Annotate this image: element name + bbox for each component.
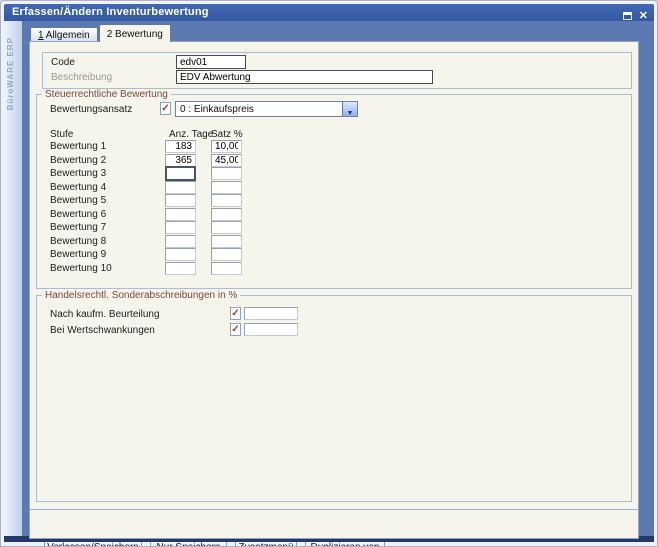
row-label-bewertung-4: Bewertung 4 [50, 182, 106, 193]
satz-input-5[interactable] [211, 194, 242, 207]
satz-input-1[interactable] [211, 140, 242, 153]
brand-vertical-text: BüroWARE ERP [6, 37, 15, 110]
tax-group-box: Steuerrechtliche Bewertung [36, 94, 632, 289]
row-label-bewertung-7: Bewertung 7 [50, 222, 106, 233]
satz-input-10[interactable] [211, 262, 242, 275]
satz-input-8[interactable] [211, 235, 242, 248]
row-label-bewertung-1: Bewertung 1 [50, 141, 106, 152]
satz-input-9[interactable] [211, 248, 242, 261]
tab-page-bewertung: Code Beschreibung Steuerrechtliche Bewer… [29, 41, 639, 539]
dropdown-selected-value: 0 : Einkaufspreis [180, 104, 254, 115]
column-header-anz-tage: Anz. Tage [169, 129, 213, 140]
chevron-down-icon[interactable]: ▼ [342, 102, 357, 116]
anz-tage-input-10[interactable] [165, 262, 196, 275]
field-check-icon[interactable]: ✓ [160, 102, 171, 115]
wertschwankungen-input[interactable] [244, 323, 298, 336]
window-body: BüroWARE ERP 1 Allgemein 2 Bewertung Cod… [4, 21, 654, 542]
tab-strip: 1 Allgemein 2 Bewertung [30, 24, 172, 42]
row-label-bewertung-5: Bewertung 5 [50, 195, 106, 206]
window-title: Erfassen/Ändern Inventurbewertung [12, 6, 209, 18]
row-label-bewertung-8: Bewertung 8 [50, 236, 106, 247]
tab-allgemein[interactable]: 1 Allgemein [30, 27, 98, 42]
beschreibung-input[interactable] [176, 70, 433, 84]
anz-tage-input-4[interactable] [165, 181, 196, 194]
wertschwankungen-label: Bei Wertschwankungen [50, 325, 155, 336]
satz-input-4[interactable] [211, 181, 242, 194]
anz-tage-input-7[interactable] [165, 221, 196, 234]
beschreibung-label: Beschreibung [51, 72, 112, 83]
nach-kaufm-input[interactable] [244, 307, 298, 320]
anz-tage-input-3-focused[interactable] [165, 166, 196, 181]
field-check-icon[interactable]: ✓ [230, 323, 241, 336]
row-label-bewertung-6: Bewertung 6 [50, 209, 106, 220]
row-label-bewertung-10: Bewertung 10 [50, 263, 112, 274]
anz-tage-input-8[interactable] [165, 235, 196, 248]
app-window: Erfassen/Ändern Inventurbewertung ✕ Büro… [0, 0, 658, 547]
trade-group-title: Handelsrechtl. Sonderabschreibungen in % [42, 290, 240, 301]
title-bar: Erfassen/Ändern Inventurbewertung ✕ [4, 4, 654, 21]
anz-tage-input-1[interactable] [165, 140, 196, 153]
row-label-bewertung-3: Bewertung 3 [50, 168, 106, 179]
column-header-stufe: Stufe [50, 129, 73, 140]
brand-banner: BüroWARE ERP [4, 21, 22, 542]
satz-input-2[interactable] [211, 154, 242, 167]
anz-tage-input-5[interactable] [165, 194, 196, 207]
code-input[interactable] [176, 55, 246, 69]
close-icon[interactable]: ✕ [639, 11, 648, 22]
nach-kaufm-label: Nach kaufm. Beurteilung [50, 309, 160, 320]
satz-input-6[interactable] [211, 208, 242, 221]
anz-tage-input-6[interactable] [165, 208, 196, 221]
row-label-bewertung-9: Bewertung 9 [50, 249, 106, 260]
satz-input-3[interactable] [211, 167, 242, 180]
anz-tage-input-9[interactable] [165, 248, 196, 261]
header-fields-box: Code Beschreibung [42, 52, 632, 89]
bewertungsansatz-label: Bewertungsansatz [50, 104, 132, 115]
tab-bewertung[interactable]: 2 Bewertung [99, 24, 171, 42]
bewertungsansatz-dropdown[interactable]: 0 : Einkaufspreis ▼ [175, 101, 358, 117]
tax-group-title: Steuerrechtliche Bewertung [42, 89, 171, 100]
column-header-satz: Satz % [211, 129, 243, 140]
satz-input-7[interactable] [211, 221, 242, 234]
row-label-bewertung-2: Bewertung 2 [50, 155, 106, 166]
field-check-icon[interactable]: ✓ [230, 307, 241, 320]
code-label: Code [51, 57, 75, 68]
panel-bottom-divider [30, 509, 638, 510]
